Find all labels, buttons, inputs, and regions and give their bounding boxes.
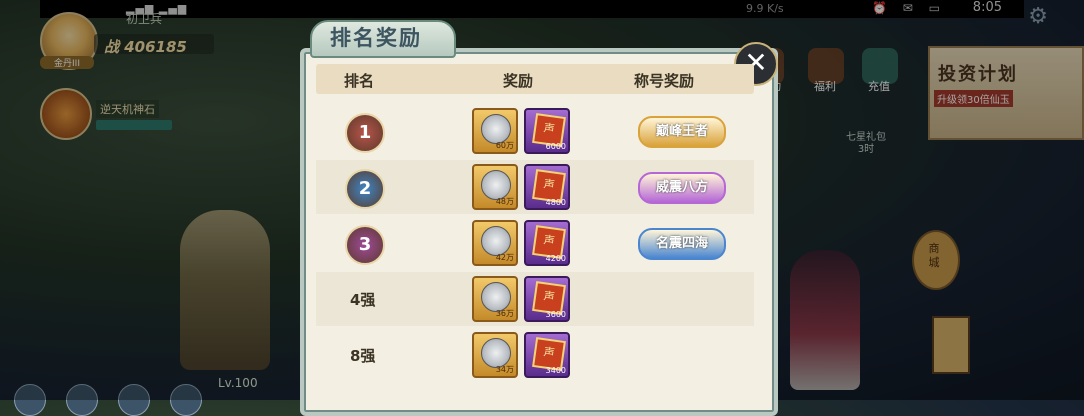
silver-coin-reward[interactable]: 36万 bbox=[472, 276, 518, 322]
box-quantity: 3400 bbox=[545, 366, 566, 375]
header-rank: 排名 bbox=[344, 72, 375, 90]
box-quantity: 4200 bbox=[545, 254, 566, 263]
coin-quantity: 42万 bbox=[495, 253, 514, 262]
reputation-box-reward[interactable]: 声 4800 bbox=[524, 164, 570, 210]
rank-label: 4强 bbox=[350, 291, 376, 309]
title-reward-badge: 巅峰王者 bbox=[638, 116, 726, 148]
reputation-box-reward[interactable]: 声 6000 bbox=[524, 108, 570, 154]
reputation-box-reward[interactable]: 声 4200 bbox=[524, 220, 570, 266]
box-quantity: 4800 bbox=[545, 198, 566, 207]
coin-quantity: 48万 bbox=[495, 197, 514, 206]
dialog-title: 排名奖励 bbox=[330, 26, 422, 50]
reputation-box-reward[interactable]: 声 3400 bbox=[524, 332, 570, 378]
reputation-box-reward[interactable]: 声 3600 bbox=[524, 276, 570, 322]
rank-badge: 3 bbox=[345, 225, 385, 265]
coin-quantity: 36万 bbox=[495, 309, 514, 318]
title-reward-badge: 威震八方 bbox=[638, 172, 726, 204]
coin-quantity: 60万 bbox=[495, 141, 514, 150]
box-quantity: 6000 bbox=[545, 142, 566, 151]
box-quantity: 3600 bbox=[545, 310, 566, 319]
silver-coin-reward[interactable]: 60万 bbox=[472, 108, 518, 154]
header-title-reward: 称号奖励 bbox=[634, 72, 695, 90]
rank-badge: 1 bbox=[345, 113, 385, 153]
rank-badge: 2 bbox=[345, 169, 385, 209]
header-reward: 奖励 bbox=[503, 72, 534, 90]
silver-coin-reward[interactable]: 42万 bbox=[472, 220, 518, 266]
silver-coin-reward[interactable]: 48万 bbox=[472, 164, 518, 210]
coin-quantity: 34万 bbox=[495, 365, 514, 374]
title-reward-badge: 名震四海 bbox=[638, 228, 726, 260]
rank-label: 8强 bbox=[350, 347, 376, 365]
silver-coin-reward[interactable]: 34万 bbox=[472, 332, 518, 378]
